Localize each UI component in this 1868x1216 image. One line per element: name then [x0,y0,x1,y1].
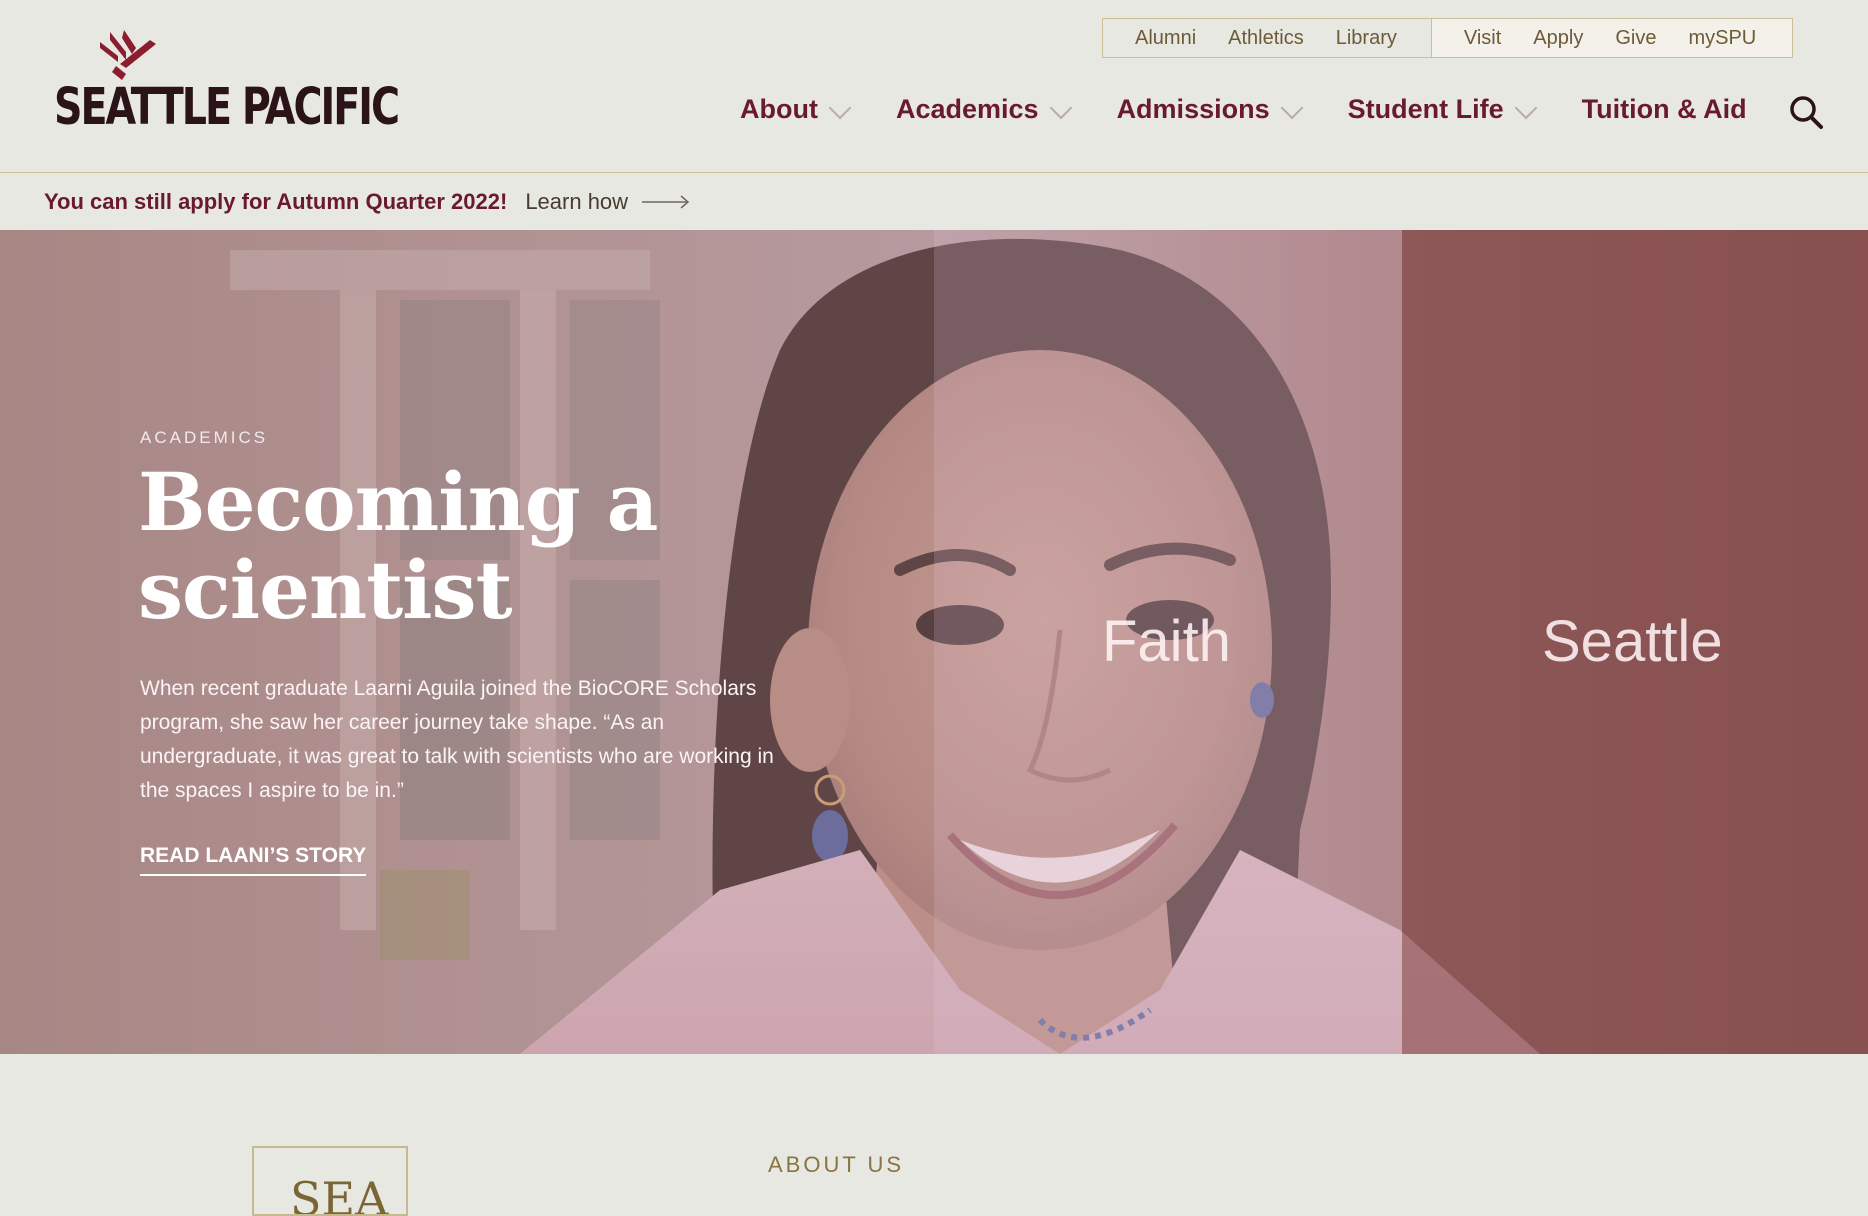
panel-label-seattle: Seattle [1542,609,1723,674]
sea-text: SEA [290,1172,389,1216]
hero-section: Faith Seattle ACADEMICS Becoming a scien… [0,230,1868,1054]
logo-flame-icon [100,30,156,80]
hero-title: Becoming a scientist [138,455,658,637]
arrow-right-icon[interactable] [642,194,690,209]
utility-link-myspu[interactable]: mySPU [1688,27,1756,50]
nav-label: Admissions [1116,94,1270,124]
search-icon[interactable] [1788,94,1824,130]
nav-item-academics[interactable]: Academics [895,94,1072,125]
alert-message: You can still apply for Autumn Quarter 2… [44,188,508,214]
nav-item-tuition-aid[interactable]: Tuition & Aid [1582,94,1747,125]
nav-label: Tuition & Aid [1581,94,1747,124]
site-header: SEATTLE PACIFIC Alumni Athletics Library… [0,0,1868,173]
alert-bar: You can still apply for Autumn Quarter 2… [0,173,1868,230]
seattle-pacific-logo[interactable]: SEATTLE PACIFIC [54,28,400,137]
chevron-down-icon [828,96,852,119]
chevron-down-icon [1280,96,1303,119]
utility-nav: Alumni Athletics Library Visit Apply Giv… [1102,18,1794,58]
learn-how-link[interactable]: Learn how [525,189,628,215]
utility-link-alumni[interactable]: Alumni [1135,27,1196,50]
nav-item-about[interactable]: About [740,94,852,125]
read-story-link[interactable]: READ LAANI’S STORY [140,844,367,876]
chevron-down-icon [1514,96,1537,119]
sea-logo-box: SEA [252,1146,408,1216]
chevron-down-icon [1049,96,1072,119]
hero-panel-seattle[interactable]: Seattle [1402,230,1868,1054]
utility-link-visit[interactable]: Visit [1464,27,1501,50]
nav-label: Student Life [1347,94,1504,124]
main-nav: About Academics Admissions Student Life … [740,94,1795,125]
nav-item-student-life[interactable]: Student Life [1347,94,1537,125]
hero-panel-faith[interactable]: Faith [934,230,1402,1054]
nav-label: Academics [895,94,1039,124]
utility-nav-primary: Visit Apply Give mySPU [1430,18,1794,58]
logo-wordmark: SEATTLE PACIFIC [54,78,400,137]
hero-eyebrow: ACADEMICS [140,428,269,447]
nav-label: About [740,94,818,124]
about-us-label: ABOUT US [768,1152,905,1177]
utility-nav-secondary: Alumni Athletics Library [1102,18,1431,58]
panel-label-faith: Faith [1102,609,1231,674]
utility-link-library[interactable]: Library [1336,27,1397,50]
utility-link-athletics[interactable]: Athletics [1228,27,1304,50]
utility-link-apply[interactable]: Apply [1533,27,1583,50]
nav-item-admissions[interactable]: Admissions [1116,94,1303,125]
utility-link-give[interactable]: Give [1615,27,1656,50]
hero-description: When recent graduate Laarni Aguila joine… [140,677,774,802]
